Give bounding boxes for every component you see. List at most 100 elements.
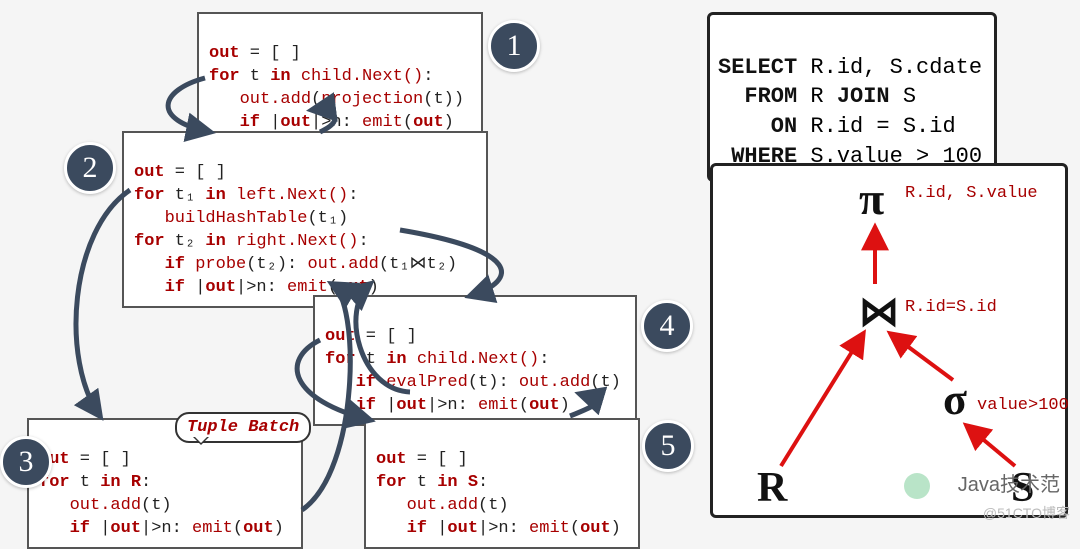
t: if <box>165 278 185 297</box>
t: t₂ <box>165 232 206 251</box>
t: in <box>270 67 290 86</box>
t: = [ ] <box>70 450 131 469</box>
t: evalPred <box>386 373 468 392</box>
t: | <box>90 519 110 538</box>
badge-2: 2 <box>64 142 116 194</box>
t: ) <box>611 519 621 538</box>
t: t <box>240 67 271 86</box>
t: (t₁⋈t₂) <box>379 255 457 274</box>
badge-3: 3 <box>0 436 52 488</box>
t: FROM <box>718 84 797 109</box>
t: : <box>478 473 488 492</box>
t: ( <box>233 519 243 538</box>
t: out <box>243 519 274 538</box>
t: out <box>110 519 141 538</box>
t: R.id = S.id <box>797 114 955 139</box>
t: S <box>890 84 916 109</box>
t: ) <box>560 396 570 415</box>
t <box>458 473 468 492</box>
t: in <box>205 232 225 251</box>
t: R <box>131 473 141 492</box>
t: ( <box>311 90 321 109</box>
t <box>134 255 165 274</box>
t: : <box>358 232 368 251</box>
t: R <box>797 84 837 109</box>
t: out <box>529 396 560 415</box>
t: |>n: <box>427 396 478 415</box>
t: = [ ] <box>240 44 301 63</box>
t: t <box>407 473 438 492</box>
t: if <box>70 519 90 538</box>
t: out.add <box>307 255 378 274</box>
t: left.Next() <box>236 186 348 205</box>
t <box>134 278 165 297</box>
badge-4: 4 <box>641 300 693 352</box>
t: out <box>580 519 611 538</box>
t: if <box>240 113 260 132</box>
t: | <box>376 396 396 415</box>
codebox-5: out = [ ] for t in S: out.add(t) if |out… <box>364 418 640 549</box>
t: : <box>539 350 549 369</box>
t: for <box>325 350 356 369</box>
t: emit <box>362 113 403 132</box>
t: |>n: <box>141 519 192 538</box>
t: (t) <box>141 496 172 515</box>
t: out <box>413 113 444 132</box>
t <box>325 373 356 392</box>
t: if <box>356 396 376 415</box>
t: (t): <box>468 373 519 392</box>
t: for <box>209 67 240 86</box>
t: if <box>165 255 185 274</box>
watermark-java: Java技术范 <box>958 468 1060 497</box>
t <box>376 373 386 392</box>
t: emit <box>529 519 570 538</box>
t: probe <box>195 255 246 274</box>
t: t <box>356 350 387 369</box>
t: in <box>386 350 406 369</box>
t: SELECT <box>718 55 797 80</box>
t: out <box>325 327 356 346</box>
t: ) <box>369 278 379 297</box>
t: ) <box>274 519 284 538</box>
t <box>39 496 70 515</box>
t: | <box>260 113 280 132</box>
t: out <box>205 278 236 297</box>
t: right.Next() <box>236 232 358 251</box>
t: if <box>356 373 376 392</box>
t: ( <box>403 113 413 132</box>
t <box>209 90 240 109</box>
t: out <box>209 44 240 63</box>
t: JOIN <box>837 84 890 109</box>
t: = [ ] <box>407 450 468 469</box>
t: in <box>437 473 457 492</box>
t <box>376 496 407 515</box>
t: out <box>338 278 369 297</box>
t: (t₁) <box>307 209 348 228</box>
t: (t₂): <box>246 255 307 274</box>
t: = [ ] <box>356 327 417 346</box>
t: | <box>185 278 205 297</box>
badge-1: 1 <box>488 20 540 72</box>
t: out <box>447 519 478 538</box>
t: out <box>134 163 165 182</box>
t: if <box>407 519 427 538</box>
t: (t) <box>478 496 509 515</box>
t: : <box>348 186 358 205</box>
t <box>185 255 195 274</box>
sql-box: SELECT R.id, S.cdate FROM R JOIN S ON R.… <box>707 12 997 182</box>
t: for <box>134 232 165 251</box>
t: out.add <box>240 90 311 109</box>
watermark-51cto: @51CTO博客 <box>983 503 1070 523</box>
query-tree: π R.id, S.value ⋈ R.id=S.id σ value>100 … <box>710 163 1068 518</box>
t: emit <box>478 396 519 415</box>
codebox-4: out = [ ] for t in child.Next(): if eval… <box>313 295 637 426</box>
t <box>226 186 236 205</box>
t: child.Next() <box>301 67 423 86</box>
t: out <box>396 396 427 415</box>
t: out.add <box>70 496 141 515</box>
t <box>39 519 70 538</box>
t: S <box>468 473 478 492</box>
badge-5: 5 <box>642 420 694 472</box>
t: t₁ <box>165 186 206 205</box>
t: ) <box>444 113 454 132</box>
